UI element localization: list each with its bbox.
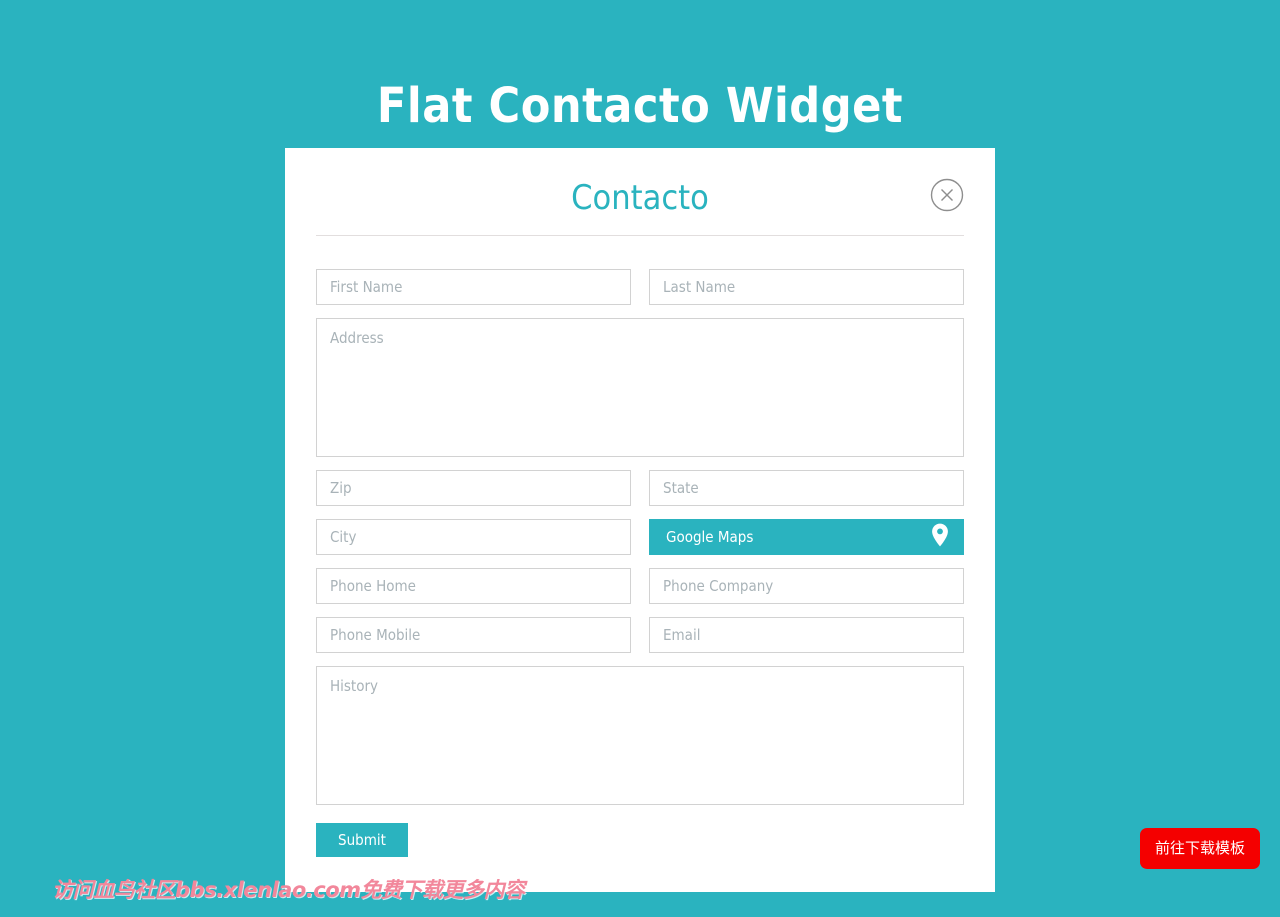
state-input[interactable] (649, 470, 964, 506)
col-city (316, 519, 631, 555)
col-phone-home (316, 568, 631, 604)
col-state (649, 470, 964, 506)
col-phone-company (649, 568, 964, 604)
col-last-name (649, 269, 964, 305)
google-maps-button[interactable]: Google Maps (649, 519, 964, 555)
download-template-button[interactable]: 前往下载模板 (1139, 828, 1260, 869)
row-name (316, 269, 964, 305)
col-zip (316, 470, 631, 506)
row-history (316, 666, 964, 805)
col-phone-mobile (316, 617, 631, 653)
address-textarea[interactable] (316, 318, 964, 457)
phone-company-input[interactable] (649, 568, 964, 604)
first-name-input[interactable] (316, 269, 631, 305)
col-history (316, 666, 964, 805)
close-circle-icon[interactable] (930, 178, 964, 212)
contact-form: Google Maps (285, 269, 995, 857)
contacto-card: Contacto First Name Last Name Address Zi… (285, 148, 995, 892)
col-first-name (316, 269, 631, 305)
row-city-maps: Google Maps (316, 519, 964, 555)
email-input[interactable] (649, 617, 964, 653)
zip-input[interactable] (316, 470, 631, 506)
phone-home-input[interactable] (316, 568, 631, 604)
row-submit: Submit (316, 823, 964, 857)
google-maps-label: Google Maps (666, 528, 754, 546)
card-header: Contacto (316, 148, 964, 236)
row-address (316, 318, 964, 457)
phone-mobile-input[interactable] (316, 617, 631, 653)
row-phones-2 (316, 617, 964, 653)
site-watermark: 访问血鸟社区bbs.xlenlao.com免费下载更多内容 (52, 878, 525, 902)
last-name-input[interactable] (649, 269, 964, 305)
card-title: Contacto (571, 178, 709, 218)
row-phones-1 (316, 568, 964, 604)
history-textarea[interactable] (316, 666, 964, 805)
row-zip-state (316, 470, 964, 506)
page-title: Flat Contacto Widget (376, 78, 904, 135)
map-pin-icon (931, 523, 949, 551)
col-address (316, 318, 964, 457)
submit-button[interactable]: Submit (316, 823, 408, 857)
col-google-maps: Google Maps (649, 519, 964, 555)
city-input[interactable] (316, 519, 631, 555)
col-email (649, 617, 964, 653)
